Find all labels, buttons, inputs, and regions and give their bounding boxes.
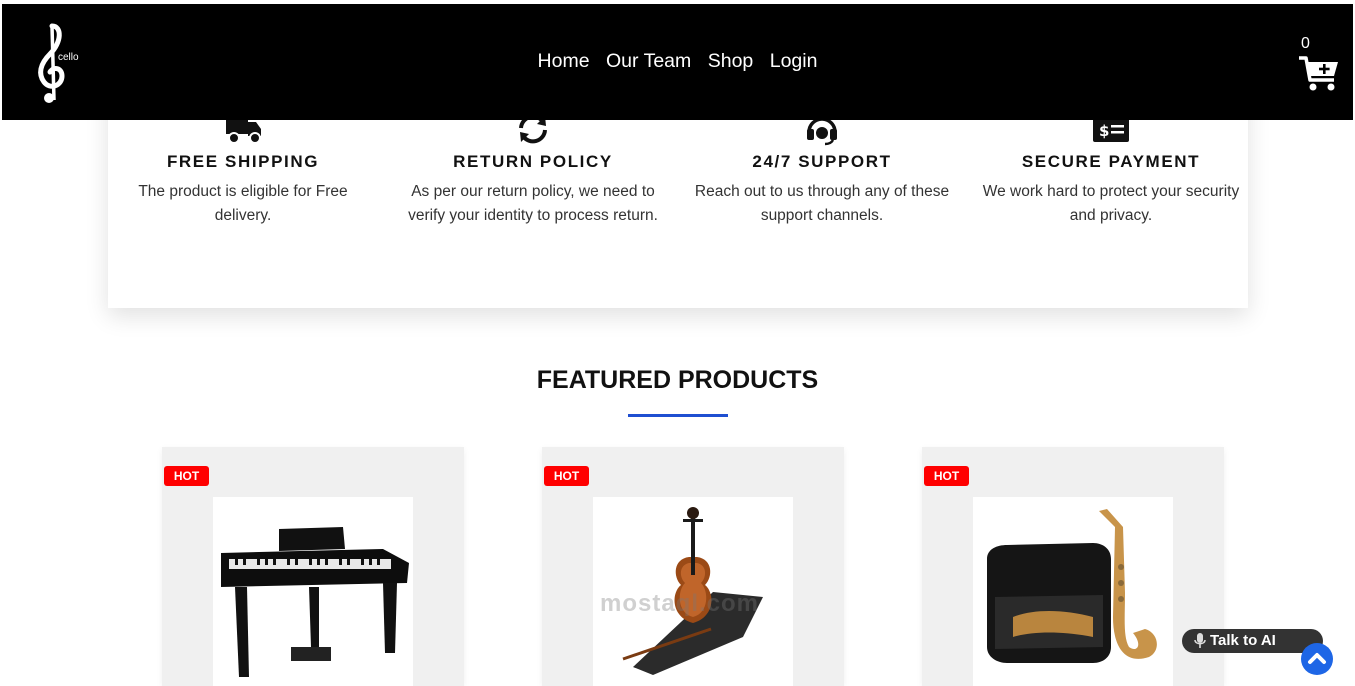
title-underline [628,414,728,417]
feature-return-policy: RETURN POLICY As per our return policy, … [388,112,678,228]
hot-badge: HOT [164,466,209,486]
svg-text:$: $ [1099,122,1109,140]
feature-description: We work hard to protect your security and… [982,183,1240,224]
nav-login[interactable]: Login [770,50,818,73]
feature-title: SECURE PAYMENT [1021,152,1201,171]
feature-free-shipping: FREE SHIPPING The product is eligible fo… [98,112,388,228]
feature-description: As per our return policy, we need to veri… [408,183,658,224]
nav-shop[interactable]: Shop [708,50,754,73]
feature-description: Reach out to us through any of these supp… [694,183,950,224]
nav-home[interactable]: Home [538,50,590,73]
main-nav: Home Our Team Shop Login [2,50,1353,73]
hot-badge: HOT [924,466,969,486]
feature-support: 24/7 SUPPORT Reach out to us through any… [677,112,967,228]
feature-description: The product is eligible for Free delivery… [138,183,348,224]
cart-count: 0 [1301,35,1310,52]
feature-title: RETURN POLICY [453,152,613,171]
talk-to-ai-label: Talk to AI [1210,632,1276,649]
section-title: FEATURED PRODUCTS [536,366,819,394]
product-image-violin[interactable] [593,497,793,686]
chevron-up-icon [1308,653,1326,664]
product-image-saxophone[interactable] [973,497,1173,686]
product-card[interactable]: HOT [922,447,1224,686]
site-header: cello Home Our Team Shop Login 0 [2,4,1353,120]
hot-badge: HOT [544,466,589,486]
microphone-icon [1194,633,1206,648]
feature-secure-payment: $ SECURE PAYMENT We work hard to protect… [966,112,1256,228]
scroll-to-top-button[interactable] [1301,643,1333,675]
product-card[interactable]: HOT [162,447,464,686]
feature-title: FREE SHIPPING [166,152,320,171]
feature-title: 24/7 SUPPORT [752,152,892,171]
product-card[interactable]: HOT [542,447,844,686]
product-image-piano[interactable] [213,497,413,686]
nav-our-team[interactable]: Our Team [606,50,691,73]
cart-icon[interactable] [1298,54,1340,92]
